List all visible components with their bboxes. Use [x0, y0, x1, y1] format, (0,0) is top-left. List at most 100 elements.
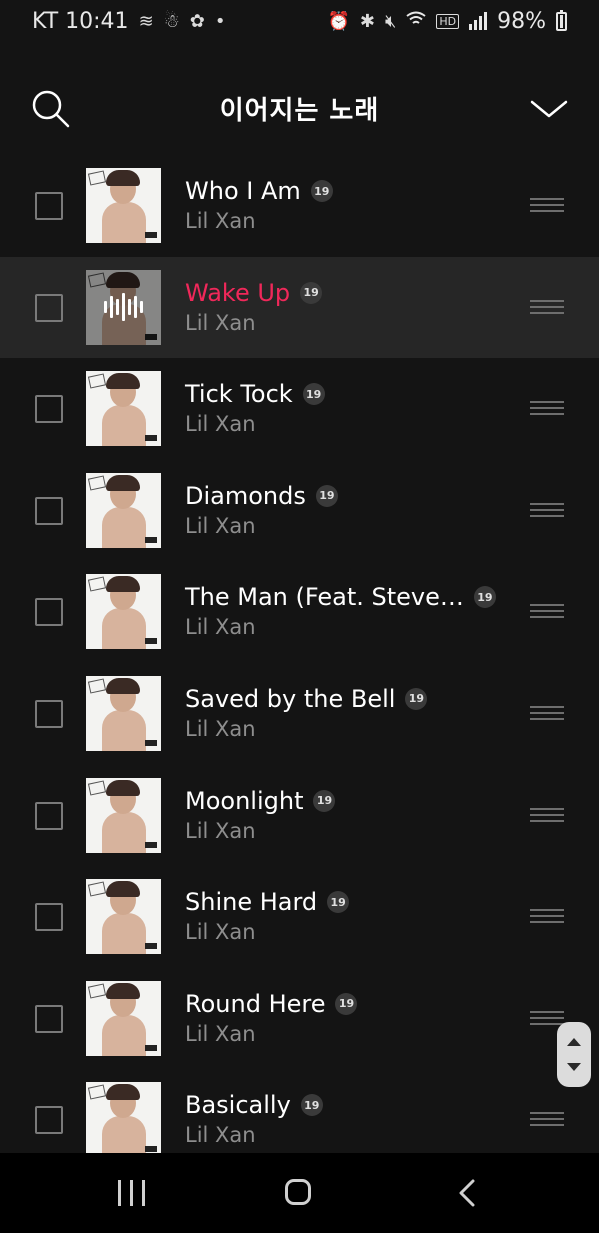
- explicit-badge: 19: [313, 789, 336, 812]
- song-title-line: Wake Up 19: [185, 279, 323, 307]
- album-art[interactable]: [86, 472, 161, 548]
- queue-row[interactable]: Tick Tock 19 Lil Xan: [0, 358, 599, 460]
- queue-row[interactable]: Round Here 19 Lil Xan: [0, 968, 599, 1070]
- queue-row[interactable]: Saved by the Bell 19 Lil Xan: [0, 663, 599, 765]
- album-art-advisory-tag: [145, 435, 157, 442]
- song-title[interactable]: Tick Tock: [185, 380, 293, 408]
- album-art-figure-body: [102, 709, 146, 751]
- queue-row[interactable]: Wake Up 19 Lil Xan: [0, 256, 599, 359]
- drag-handle-icon[interactable]: [530, 1112, 564, 1127]
- bluetooth-icon: ✱: [359, 10, 375, 32]
- song-title[interactable]: Basically: [185, 1091, 291, 1119]
- queue-row[interactable]: Shine Hard 19 Lil Xan: [0, 866, 599, 968]
- queue-row[interactable]: Diamonds 19 Lil Xan: [0, 460, 599, 562]
- explicit-badge: 19: [302, 383, 325, 406]
- song-title-line: Round Here 19: [185, 990, 358, 1018]
- queue-row[interactable]: The Man (Feat. Steve… 19 Lil Xan: [0, 561, 599, 663]
- album-art[interactable]: [86, 879, 161, 955]
- select-checkbox[interactable]: [35, 496, 63, 525]
- select-checkbox[interactable]: [35, 293, 63, 322]
- song-artist: Lil Xan: [185, 412, 256, 437]
- select-checkbox[interactable]: [35, 395, 63, 424]
- song-title-line: Saved by the Bell 19: [185, 685, 428, 713]
- queue-row[interactable]: Who I Am 19 Lil Xan: [0, 155, 599, 257]
- explicit-badge: 19: [310, 180, 333, 202]
- album-art[interactable]: [86, 168, 161, 243]
- album-art[interactable]: [86, 574, 161, 650]
- song-title-line: Tick Tock 19: [185, 380, 325, 408]
- song-artist: Lil Xan: [185, 716, 256, 741]
- album-art[interactable]: [86, 980, 161, 1056]
- album-art-figure-body: [102, 506, 146, 548]
- chevron-down-icon[interactable]: [529, 94, 569, 124]
- song-title[interactable]: Who I Am: [185, 177, 301, 205]
- queue-list[interactable]: Who I Am 19 Lil Xan Wake Up 19 Lil Xan Tick To…: [0, 155, 599, 1153]
- select-checkbox[interactable]: [35, 903, 63, 932]
- home-icon[interactable]: [285, 1179, 311, 1205]
- song-title[interactable]: Moonlight: [185, 787, 303, 815]
- drag-handle-icon[interactable]: [530, 502, 564, 517]
- song-artist: Lil Xan: [185, 1123, 256, 1148]
- album-art-figure-body: [102, 1116, 146, 1153]
- album-art-figure-hair: [106, 677, 140, 694]
- queue-row[interactable]: Moonlight 19 Lil Xan: [0, 765, 599, 867]
- queue-row[interactable]: Basically 19 Lil Xan: [0, 1069, 599, 1153]
- album-art[interactable]: [86, 371, 161, 447]
- song-title[interactable]: The Man (Feat. Steve…: [185, 583, 464, 611]
- recents-icon[interactable]: [118, 1180, 146, 1206]
- scroll-up-icon[interactable]: [567, 1038, 581, 1046]
- drag-handle-icon[interactable]: [530, 604, 564, 619]
- scroll-down-icon[interactable]: [567, 1063, 581, 1071]
- explicit-badge: 19: [327, 891, 350, 914]
- album-art-scribble: [87, 576, 107, 592]
- drag-handle-icon[interactable]: [530, 909, 564, 924]
- explicit-badge: 19: [335, 992, 358, 1015]
- album-art-advisory-tag: [145, 739, 157, 746]
- album-art-scribble: [87, 170, 107, 186]
- select-checkbox[interactable]: [35, 598, 63, 627]
- queue-header: 이어지는 노래: [0, 70, 599, 146]
- song-title[interactable]: Shine Hard: [185, 888, 317, 916]
- select-checkbox[interactable]: [35, 699, 63, 728]
- explicit-badge: 19: [405, 687, 428, 710]
- song-title-line: Basically 19: [185, 1091, 323, 1119]
- carrier-time: KT 10:41: [32, 8, 129, 34]
- song-title[interactable]: Wake Up: [185, 279, 290, 307]
- drag-handle-icon[interactable]: [530, 1010, 564, 1025]
- select-checkbox[interactable]: [35, 801, 63, 830]
- search-icon[interactable]: [30, 88, 72, 130]
- album-art-scribble: [87, 881, 107, 897]
- song-title[interactable]: Diamonds: [185, 482, 306, 510]
- song-artist: Lil Xan: [185, 209, 256, 233]
- song-title[interactable]: Round Here: [185, 990, 325, 1018]
- status-right: ⏰ ✱ 🔇︎ HD 98%: [327, 9, 567, 34]
- drag-handle-icon[interactable]: [530, 401, 564, 416]
- dot-icon: •: [214, 10, 226, 32]
- album-art-advisory-tag: [145, 1044, 157, 1051]
- select-checkbox[interactable]: [35, 1106, 63, 1135]
- alarm-icon: ⏰: [327, 10, 350, 32]
- album-art[interactable]: [86, 675, 161, 751]
- drag-handle-icon[interactable]: [530, 299, 564, 314]
- drag-handle-icon[interactable]: [530, 807, 564, 822]
- album-art-figure-hair: [106, 373, 140, 390]
- page-title: 이어지는 노래: [219, 95, 380, 126]
- drag-handle-icon[interactable]: [530, 198, 564, 212]
- song-title[interactable]: Saved by the Bell: [185, 685, 395, 713]
- song-title-line: Shine Hard 19: [185, 888, 350, 916]
- back-icon[interactable]: [456, 1179, 480, 1207]
- album-art[interactable]: [86, 777, 161, 853]
- album-art[interactable]: [86, 1082, 161, 1153]
- drag-handle-icon[interactable]: [530, 705, 564, 720]
- album-art-advisory-tag: [145, 232, 157, 238]
- album-art-advisory-tag: [145, 841, 157, 848]
- song-artist: Lil Xan: [185, 1021, 256, 1046]
- album-art-advisory-tag: [145, 943, 157, 950]
- cell-signal-icon: [469, 12, 488, 30]
- scroll-controller[interactable]: [557, 1022, 591, 1087]
- album-art-scribble: [87, 780, 107, 796]
- select-checkbox[interactable]: [35, 192, 63, 220]
- battery-percent: 98%: [497, 8, 546, 34]
- album-art-figure-hair: [106, 474, 140, 491]
- select-checkbox[interactable]: [35, 1004, 63, 1033]
